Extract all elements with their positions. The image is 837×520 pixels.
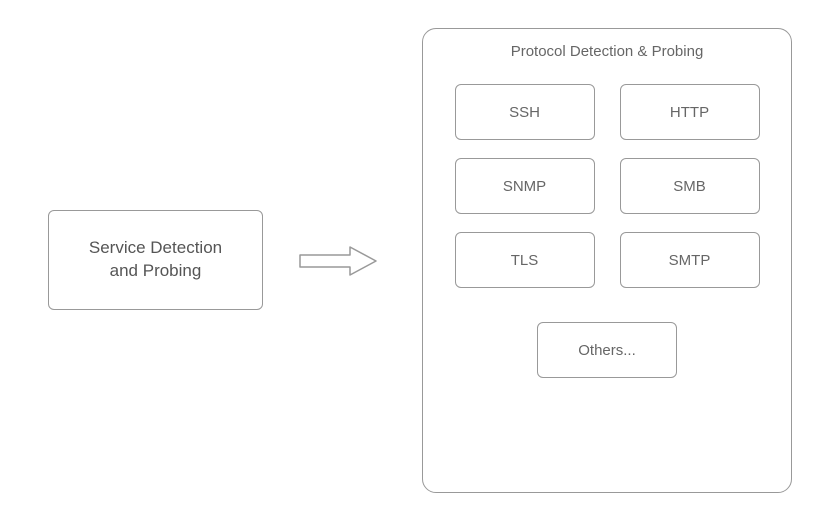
- protocol-grid: SSH HTTP SNMP SMB TLS SMTP: [423, 74, 791, 288]
- protocol-box-http: HTTP: [620, 84, 760, 140]
- protocol-label: TLS: [511, 252, 539, 269]
- protocol-label: HTTP: [670, 104, 709, 121]
- protocol-label: SSH: [509, 104, 540, 121]
- protocol-box-others: Others...: [537, 322, 677, 378]
- protocol-label: SNMP: [503, 178, 546, 195]
- protocol-box-smtp: SMTP: [620, 232, 760, 288]
- protocol-box-smb: SMB: [620, 158, 760, 214]
- protocol-others-row: Others...: [423, 322, 791, 378]
- protocol-label: SMB: [673, 178, 706, 195]
- container-title: Protocol Detection & Probing: [423, 43, 791, 60]
- protocol-label: SMTP: [669, 252, 711, 269]
- service-detection-box: Service Detectionand Probing: [48, 210, 263, 310]
- arrow-icon: [298, 245, 380, 277]
- protocol-box-snmp: SNMP: [455, 158, 595, 214]
- protocol-container: Protocol Detection & Probing SSH HTTP SN…: [422, 28, 792, 493]
- protocol-box-ssh: SSH: [455, 84, 595, 140]
- service-detection-label: Service Detectionand Probing: [89, 237, 222, 283]
- protocol-box-tls: TLS: [455, 232, 595, 288]
- protocol-label: Others...: [578, 342, 636, 359]
